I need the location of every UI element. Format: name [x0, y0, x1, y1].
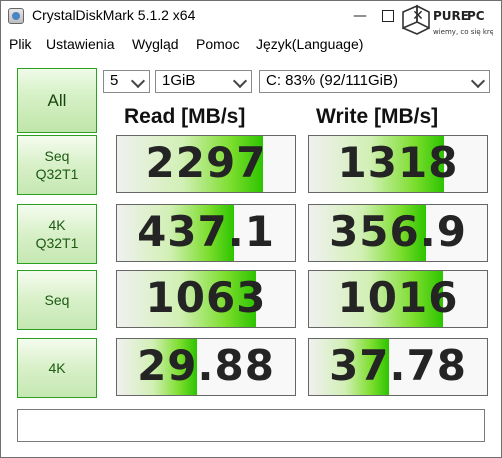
4k-q32t1-read-result: 437.1: [116, 204, 296, 262]
read-value: 437.1: [137, 207, 275, 256]
4k-q32t1-write-result: 356.9: [308, 204, 488, 262]
menu-theme[interactable]: Wygląd: [132, 36, 179, 52]
chevron-down-icon: [232, 73, 248, 89]
app-icon: [8, 8, 24, 24]
menu-settings[interactable]: Ustawienia: [46, 36, 114, 52]
menu-language[interactable]: Język(Language): [256, 36, 363, 52]
crystaldiskmark-window: CrystalDiskMark 5.1.2 x64 — ✕ PURE PC wi…: [0, 0, 502, 458]
test-label-line1: Seq: [44, 148, 70, 164]
seq-q32t1-write-result: 1318: [308, 135, 488, 193]
read-value: 29.88: [137, 341, 275, 390]
write-value: 356.9: [329, 207, 467, 256]
chevron-down-icon: [130, 73, 146, 89]
all-button-label: All: [47, 90, 67, 110]
write-value: 1016: [337, 273, 459, 322]
4k-button[interactable]: 4K: [17, 338, 97, 398]
4k-q32t1-button[interactable]: 4K Q32T1: [17, 204, 97, 264]
test-count-value: 5: [110, 72, 119, 89]
4k-write-result: 37.78: [308, 338, 488, 396]
seq-read-result: 1063: [116, 270, 296, 328]
read-header: Read [MB/s]: [124, 105, 246, 128]
test-label-line2: Q32T1: [35, 235, 79, 251]
4k-read-result: 29.88: [116, 338, 296, 396]
seq-q32t1-button[interactable]: Seq Q32T1: [17, 135, 97, 195]
test-count-select[interactable]: 5: [103, 70, 150, 93]
read-value: 2297: [145, 138, 267, 187]
test-label-line2: Q32T1: [35, 166, 79, 182]
test-label-line1: 4K: [48, 360, 66, 376]
seq-write-result: 1016: [308, 270, 488, 328]
menu-bar: Plik Ustawienia Wygląd Pomoc Język(Langu…: [1, 32, 501, 56]
window-title: CrystalDiskMark 5.1.2 x64: [32, 7, 196, 23]
status-box: [17, 409, 485, 442]
chevron-down-icon: [470, 73, 486, 89]
write-header: Write [MB/s]: [316, 105, 439, 128]
seq-button[interactable]: Seq: [17, 270, 97, 330]
seq-q32t1-read-result: 2297: [116, 135, 296, 193]
write-value: 37.78: [329, 341, 467, 390]
test-size-value: 1GiB: [162, 72, 196, 89]
menu-file[interactable]: Plik: [9, 36, 32, 52]
minimize-icon[interactable]: —: [353, 9, 367, 23]
test-label-line1: Seq: [44, 292, 70, 308]
maximize-icon[interactable]: [381, 9, 395, 23]
svg-text:PURE: PURE: [433, 9, 469, 23]
drive-value: C: 83% (92/111GiB): [266, 72, 399, 89]
svg-text:PC: PC: [467, 9, 485, 23]
title-bar: CrystalDiskMark 5.1.2 x64 — ✕ PURE PC wi…: [1, 1, 501, 36]
drive-select[interactable]: C: 83% (92/111GiB): [259, 70, 490, 93]
read-value: 1063: [145, 273, 267, 322]
all-button[interactable]: All: [17, 68, 97, 133]
write-value: 1318: [337, 138, 459, 187]
menu-help[interactable]: Pomoc: [196, 36, 240, 52]
test-label-line1: 4K: [48, 217, 66, 233]
test-size-select[interactable]: 1GiB: [155, 70, 252, 93]
